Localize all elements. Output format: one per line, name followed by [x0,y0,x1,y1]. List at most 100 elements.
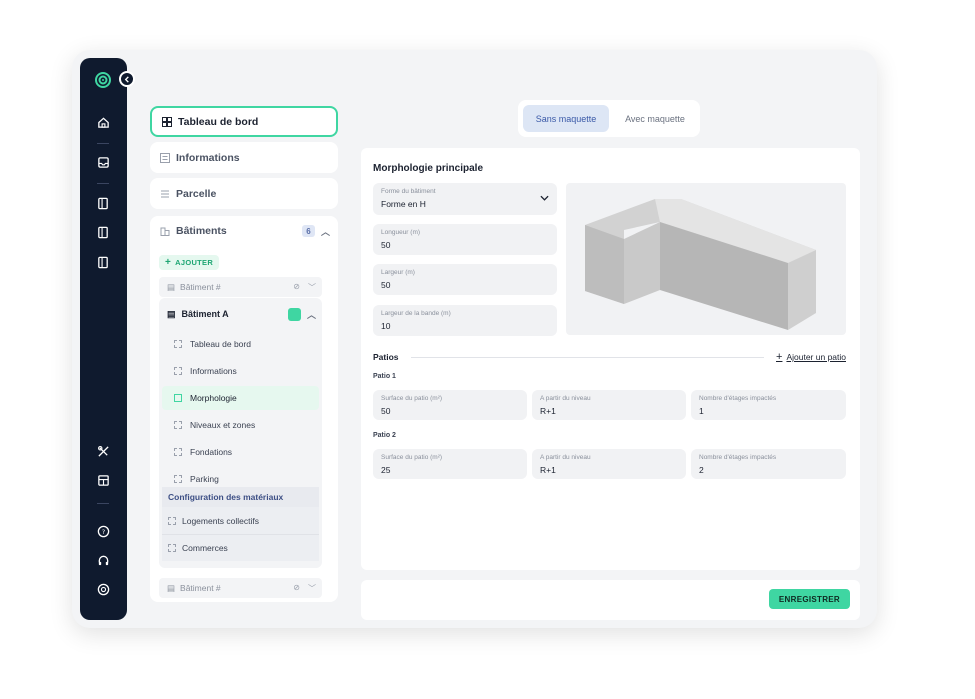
sub-item-niveaux-et-zones[interactable]: Niveaux et zones [162,413,319,437]
notebook-icon-3[interactable] [93,252,113,272]
patios-header: Patios + Ajouter un patio [373,350,846,364]
grid-icon [174,421,182,429]
add-building-button[interactable]: + AJOUTER [159,255,220,270]
footer-bar: ENREGISTRER [361,580,860,620]
material-item-commerces[interactable]: Commerces [162,534,319,561]
nav-informations[interactable]: Informations [150,142,338,173]
chevron-down-icon[interactable]: ﹀ [308,282,316,293]
toggle-avec-maquette[interactable]: Avec maquette [614,105,696,132]
chevron-up-icon[interactable]: ︿ [321,225,330,238]
sub-item-informations[interactable]: Informations [162,359,319,383]
section-title: Morphologie principale [373,163,484,174]
band-width-label: Largeur de la bande (m) [381,310,451,317]
material-item-logements[interactable]: Logements collectifs [162,507,319,534]
patio-1-surface-field[interactable]: Surface du patio (m²) 50 [373,390,527,420]
patios-title: Patios [373,352,399,362]
dashboard-icon [162,116,172,127]
sub-item-label: Informations [190,366,237,376]
surface-label: Surface du patio (m²) [381,395,443,402]
inbox-icon[interactable] [93,152,113,172]
buildings-header[interactable]: Bâtiments 6 ︿ [160,222,330,240]
buildings-panel: Bâtiments 6 ︿ + AJOUTER ▤ Bâtiment # ⊘ ﹀ … [150,216,338,602]
floors-value: 1 [699,406,704,416]
width-field[interactable]: Largeur (m) 50 [373,264,557,295]
level-label: A partir du niveau [540,454,591,461]
headset-icon[interactable] [93,550,113,570]
info-icon [160,152,170,163]
add-building-label: AJOUTER [175,258,214,267]
building-icon: ▤ [167,281,176,292]
sub-item-fondations[interactable]: Fondations [162,440,319,464]
chevron-down-icon[interactable]: ﹀ [308,583,316,594]
sub-item-tableau-de-bord[interactable]: Tableau de bord [162,332,319,356]
material-icon [168,516,176,525]
patio-1-title: Patio 1 [373,373,396,380]
chevron-up-icon[interactable]: ︿ [307,308,316,321]
building-a-header[interactable]: ▤ Bâtiment A ︿ [167,307,316,321]
building-a-expanded: ▤ Bâtiment A ︿ Tableau de bord Informati… [159,298,322,568]
width-value: 50 [381,280,391,290]
chevron-down-icon [540,193,549,203]
svg-text:?: ? [101,527,104,535]
add-patio-link[interactable]: + Ajouter un patio [776,351,846,363]
help-icon[interactable]: ? [93,521,113,541]
buildings-label: Bâtiments [176,225,227,237]
width-label: Largeur (m) [381,269,415,276]
tools-icon[interactable] [93,441,113,461]
cube-icon[interactable] [287,307,301,321]
band-width-field[interactable]: Largeur de la bande (m) 10 [373,305,557,336]
building-row-collapsed-1[interactable]: ▤ Bâtiment # ⊘ ﹀ [159,277,322,297]
plus-icon: + [776,351,783,363]
nav-dashboard[interactable]: Tableau de bord [150,106,338,137]
hide-icon[interactable]: ⊘ [293,282,300,293]
surface-value: 25 [381,465,391,475]
grid-icon [174,475,182,483]
patio-1-floors-field[interactable]: Nombre d'étages impactés 1 [691,390,846,420]
home-icon[interactable] [93,112,113,132]
layout-icon[interactable] [93,470,113,490]
patio-2-floors-field[interactable]: Nombre d'étages impactés 2 [691,449,846,479]
toggle-sans-maquette[interactable]: Sans maquette [523,105,609,132]
band-width-value: 10 [381,321,391,331]
length-field[interactable]: Longueur (m) 50 [373,224,557,255]
notebook-icon-1[interactable] [93,193,113,213]
patio-1-level-field[interactable]: A partir du niveau R+1 [532,390,686,420]
level-value: R+1 [540,465,556,475]
grid-icon [174,394,182,402]
nav-parcelle[interactable]: Parcelle [150,178,338,209]
app-window: ? Tableau de bord Informations Parcelle … [72,50,877,628]
building-3d-preview[interactable] [566,183,846,335]
floors-label: Nombre d'étages impactés [699,395,777,402]
level-label: A partir du niveau [540,395,591,402]
building-icon: ▤ [167,582,176,593]
grid-icon [174,367,182,375]
notebook-icon-2[interactable] [93,222,113,242]
hide-icon[interactable]: ⊘ [293,583,300,594]
material-label: Commerces [182,543,228,553]
surface-label: Surface du patio (m²) [381,454,443,461]
logo-icon [93,70,113,90]
shape-value: Forme en H [381,199,426,209]
grid-icon [174,448,182,456]
grid-icon [174,340,182,348]
sub-item-morphologie[interactable]: Morphologie [162,386,319,410]
save-button[interactable]: ENREGISTRER [768,589,850,609]
building-row-collapsed-2[interactable]: ▤ Bâtiment # ⊘ ﹀ [159,578,322,598]
patio-2-level-field[interactable]: A partir du niveau R+1 [532,449,686,479]
nav-parcelle-label: Parcelle [176,187,217,200]
building-shape [585,199,816,330]
building-row-label: Bâtiment # [180,282,221,292]
floors-label: Nombre d'étages impactés [699,454,777,461]
support-icon[interactable] [93,579,113,599]
surface-value: 50 [381,406,391,416]
shape-label: Forme du bâtiment [381,188,436,195]
building-icon: ▤ [167,308,176,319]
buildings-count-badge: 6 [301,225,315,237]
patio-2-surface-field[interactable]: Surface du patio (m²) 25 [373,449,527,479]
collapse-sidebar-button[interactable] [119,71,135,87]
patio-2-title: Patio 2 [373,432,396,439]
materials-config-heading: Configuration des matériaux [162,487,319,507]
level-value: R+1 [540,406,556,416]
sub-item-label: Morphologie [190,393,237,403]
shape-select[interactable]: Forme du bâtiment Forme en H [373,183,557,215]
